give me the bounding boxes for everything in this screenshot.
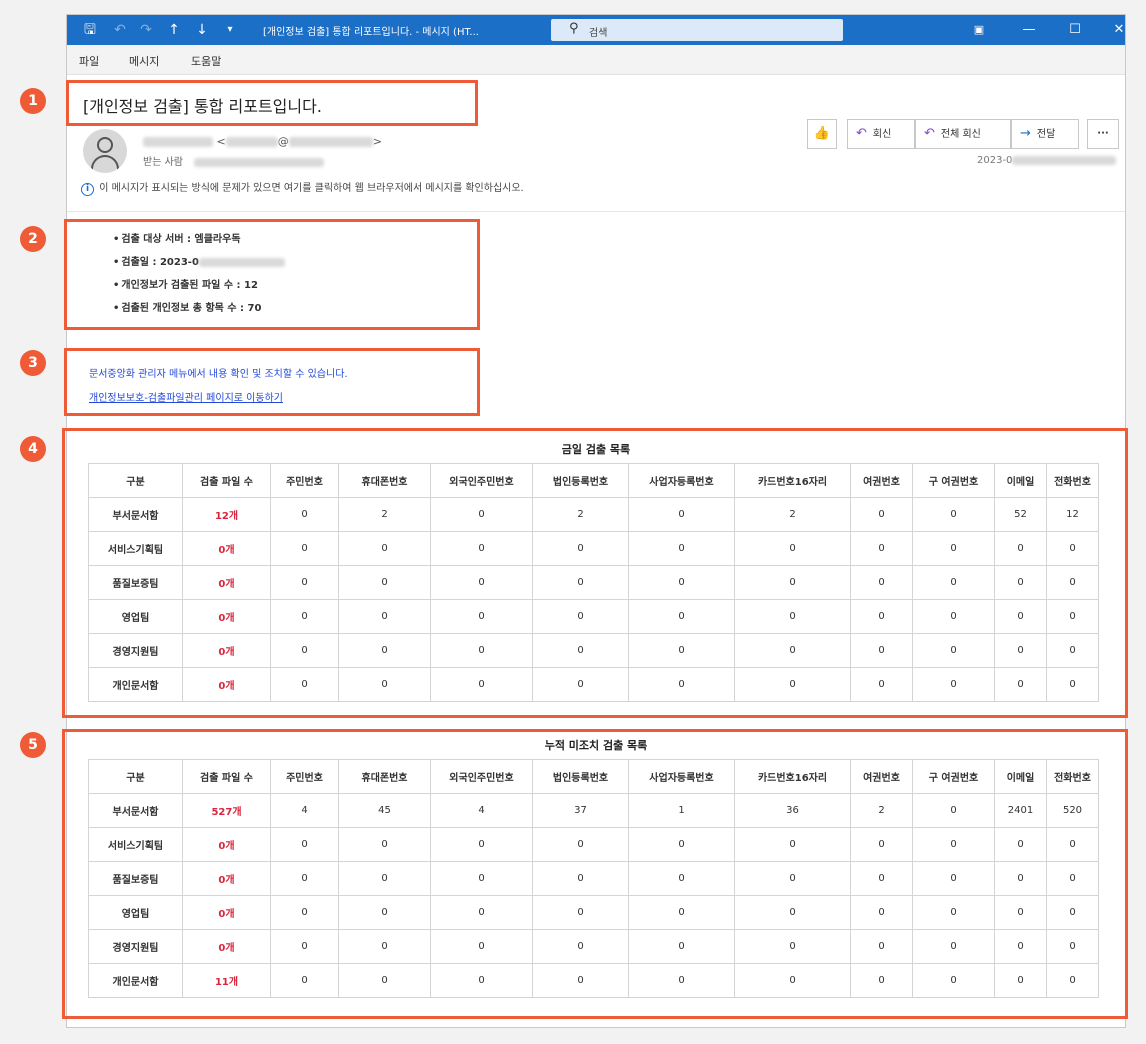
screenshot-frame: 🖫 ↶ ↷ ↑ ↓ ▾ [개인정보 검출] 통합 리포트입니다. - 메시지 (… [0,0,1146,1044]
save-icon[interactable]: 🖫 [81,21,99,39]
annotation-box-1 [66,80,478,126]
window-title: [개인정보 검출] 통합 리포트입니다. - 메시지 (HT... [263,27,479,38]
redacted-sender-name [143,137,213,147]
minimize-icon[interactable]: — [1007,15,1051,45]
search-icon: ⚲ [569,21,579,36]
quick-access-dropdown-icon[interactable]: ▾ [221,21,239,39]
ribbon-display-icon[interactable]: ▣ [957,15,1001,45]
annotation-box-3 [64,348,480,416]
annotation-box-2 [64,219,480,330]
sender-avatar [83,129,127,173]
annotation-number-4: 4 [20,436,46,462]
undo-icon[interactable]: ↶ [111,21,129,39]
info-icon: i [81,183,94,196]
info-bar[interactable]: i 이 메시지가 표시되는 방식에 문제가 있으면 여기를 클릭하여 웹 브라우… [81,179,524,196]
sender-line[interactable]: < @ > [143,135,382,148]
annotation-number-3: 3 [20,350,46,376]
header-divider [67,211,1125,212]
date-prefix: 2023-0 [977,155,1013,166]
redacted-email-user [225,137,278,147]
search-placeholder: 검색 [589,28,608,39]
reply-icon: ↶ [856,126,867,141]
redacted-date [1012,155,1117,165]
menu-message[interactable]: 메시지 [129,53,159,69]
annotation-number-5: 5 [20,732,46,758]
annotation-number-1: 1 [20,88,46,114]
like-button[interactable]: 👍 [807,119,837,149]
arrow-up-icon[interactable]: ↑ [165,21,183,39]
redacted-recipient [194,157,325,167]
forward-button[interactable]: → 전달 [1011,119,1079,149]
info-text: 이 메시지가 표시되는 방식에 문제가 있으면 여기를 클릭하여 웹 브라우저에… [99,183,524,194]
person-icon [97,137,113,153]
to-label: 받는 사람 [143,157,183,168]
forward-icon: → [1020,126,1031,141]
reply-all-icon: ↶ [924,126,935,141]
reply-all-label: 전체 회신 [940,129,981,140]
close-icon[interactable]: ✕ [1097,15,1125,45]
reply-label: 회신 [872,129,892,140]
reply-all-button[interactable]: ↶ 전체 회신 [915,119,1011,149]
search-box[interactable]: ⚲ 검색 [551,19,843,41]
message-date: 2023-0 [977,155,1117,166]
annotation-box-5 [62,729,1128,1019]
reply-button[interactable]: ↶ 회신 [847,119,915,149]
menu-help[interactable]: 도움말 [191,53,221,69]
recipient-line: 받는 사람 [143,153,325,168]
arrow-down-icon[interactable]: ↓ [193,21,211,39]
redo-icon[interactable]: ↷ [137,21,155,39]
more-actions-button[interactable]: ··· [1087,119,1119,149]
menu-bar: 파일 메시지 도움말 [67,45,1125,75]
more-icon: ··· [1097,128,1109,139]
forward-label: 전달 [1036,129,1056,140]
annotation-box-4 [62,428,1128,718]
thumbs-up-icon: 👍 [813,126,831,141]
email-at: @ [277,135,289,148]
maximize-icon[interactable]: ☐ [1053,15,1097,45]
redacted-email-domain [288,137,373,147]
title-bar: 🖫 ↶ ↷ ↑ ↓ ▾ [개인정보 검출] 통합 리포트입니다. - 메시지 (… [67,15,1125,45]
annotation-number-2: 2 [20,226,46,252]
menu-file[interactable]: 파일 [79,53,99,69]
